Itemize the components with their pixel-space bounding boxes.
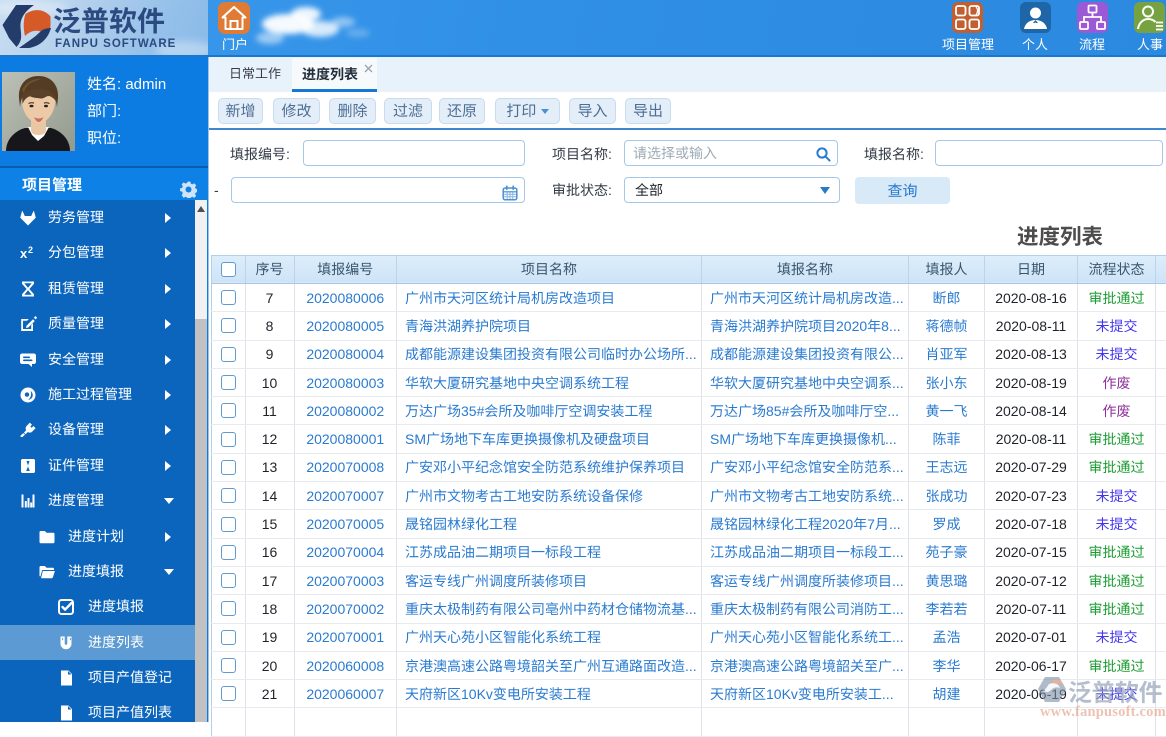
svg-text:2: 2 (28, 245, 33, 255)
svg-text:x: x (20, 246, 28, 261)
